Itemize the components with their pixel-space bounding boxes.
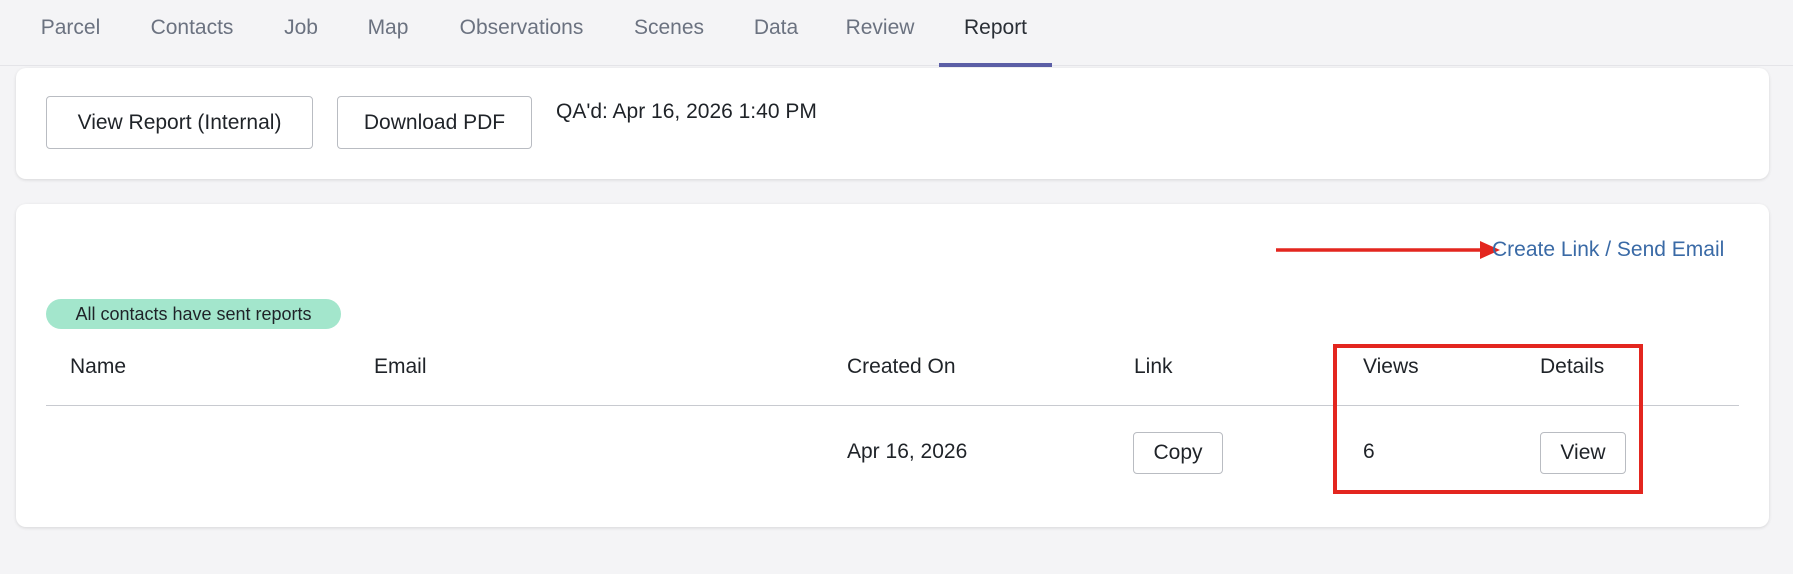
column-header-created-on: Created On: [847, 355, 956, 378]
column-header-link: Link: [1134, 355, 1173, 378]
tab-parcel[interactable]: Parcel: [38, 0, 103, 66]
tab-observations[interactable]: Observations: [456, 0, 587, 66]
column-header-email: Email: [374, 355, 427, 378]
tab-review[interactable]: Review: [845, 0, 915, 66]
tab-bar: Parcel Contacts Job Map Observations Sce…: [0, 0, 1793, 67]
copy-link-button[interactable]: Copy: [1133, 432, 1223, 474]
annotation-highlight-box: [1333, 344, 1643, 494]
tab-data[interactable]: Data: [752, 0, 800, 66]
create-link-send-email-link[interactable]: Create Link / Send Email: [1492, 238, 1724, 262]
tab-scenes[interactable]: Scenes: [633, 0, 705, 66]
tab-report[interactable]: Report: [939, 0, 1052, 67]
row-created-on: Apr 16, 2026: [847, 440, 968, 463]
column-header-name: Name: [70, 355, 127, 378]
report-links-card: Create Link / Send Email All contacts ha…: [16, 204, 1769, 527]
download-pdf-button[interactable]: Download PDF: [337, 96, 532, 149]
report-actions-card: View Report (Internal) Download PDF QA'd…: [16, 68, 1769, 179]
tab-contacts[interactable]: Contacts: [147, 0, 237, 66]
view-report-internal-button[interactable]: View Report (Internal): [46, 96, 313, 149]
tab-job[interactable]: Job: [282, 0, 320, 66]
tab-map[interactable]: Map: [366, 0, 410, 66]
status-badge: All contacts have sent reports: [46, 299, 341, 329]
arrow-annotation-icon: [1276, 241, 1500, 259]
qa-status-text: QA'd: Apr 16, 2026 1:40 PM: [556, 100, 817, 123]
